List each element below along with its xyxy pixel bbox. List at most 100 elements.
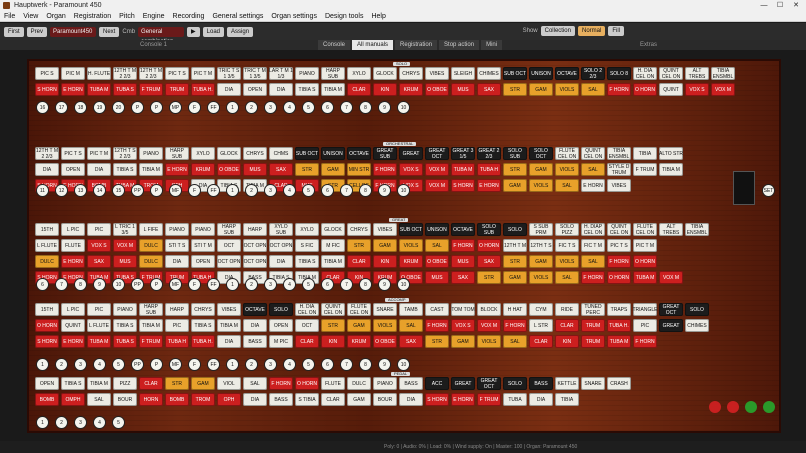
combination-piston[interactable]: PP xyxy=(132,279,143,290)
stop-tab[interactable]: QUINT CEL ON xyxy=(581,147,605,160)
combination-piston[interactable]: 9 xyxy=(379,185,390,196)
stop-tab[interactable]: 12TH T S 2 2/3 xyxy=(113,147,137,160)
stop-tab[interactable]: FLUTE CEL ON xyxy=(633,223,657,236)
stop-tab[interactable]: GREAT OCT xyxy=(659,303,683,316)
stop-tab[interactable]: H. FLUTE xyxy=(87,67,111,80)
combination-piston[interactable]: 12 xyxy=(56,185,67,196)
stop-tab[interactable]: TIBIA M xyxy=(659,163,683,176)
combination-piston[interactable]: 10 xyxy=(398,185,409,196)
stop-tab[interactable]: VOX M xyxy=(477,319,501,332)
stop-tab[interactable]: UNISON xyxy=(425,223,449,236)
stop-tab[interactable]: GAM xyxy=(503,271,527,284)
stop-tab[interactable]: S HORN xyxy=(425,393,449,406)
stop-tab[interactable]: S HORN xyxy=(35,83,59,96)
stop-tab[interactable]: H HAT xyxy=(503,303,527,316)
stop-tab[interactable]: PIZZ xyxy=(113,377,137,390)
stop-tab[interactable]: OPH xyxy=(217,393,241,406)
stop-tab[interactable]: TAMB xyxy=(399,303,423,316)
stop-tab[interactable]: TRUM xyxy=(165,83,189,96)
combination-piston[interactable]: 1 xyxy=(227,102,238,113)
combination-piston[interactable]: 10 xyxy=(113,279,124,290)
combination-piston[interactable]: 4 xyxy=(284,185,295,196)
stop-tab[interactable]: F HORN xyxy=(425,319,449,332)
stop-tab[interactable]: SAL xyxy=(555,271,579,284)
stop-tab[interactable]: OCT OPN xyxy=(243,239,267,252)
combination-piston[interactable]: 4 xyxy=(94,359,105,370)
combination-piston[interactable]: MF xyxy=(170,359,181,370)
stop-tab[interactable]: PIC M xyxy=(61,67,85,80)
stop-tab[interactable]: SAL xyxy=(399,319,423,332)
stop-tab[interactable]: L PIC xyxy=(61,223,85,236)
stop-tab[interactable]: DIA xyxy=(87,163,111,176)
combination-piston[interactable]: 4 xyxy=(284,279,295,290)
stop-tab[interactable]: GLOCK xyxy=(217,147,241,160)
stop-tab[interactable]: VIOLS xyxy=(373,319,397,332)
tab-stop-action[interactable]: Stop action xyxy=(439,40,480,50)
stop-tab[interactable]: F HORN xyxy=(581,271,605,284)
combination-piston[interactable]: 8 xyxy=(75,279,86,290)
stop-tab[interactable]: PIANO xyxy=(191,223,215,236)
stop-tab[interactable]: SAL xyxy=(503,335,527,348)
combination-piston[interactable]: 5 xyxy=(303,279,314,290)
stop-tab[interactable]: TIBIA S xyxy=(113,319,137,332)
organ-field[interactable]: Paramount450 xyxy=(50,26,97,37)
stop-tab[interactable]: GLOCK xyxy=(321,223,345,236)
stop-tab[interactable]: S HORN xyxy=(451,179,475,192)
combination-piston[interactable]: 3 xyxy=(265,185,276,196)
stop-tab[interactable]: CYM xyxy=(529,303,553,316)
stop-tab[interactable]: GREAT 3 1/5 xyxy=(451,147,475,160)
stop-tab[interactable]: SAL xyxy=(87,393,111,406)
stop-tab[interactable]: STR xyxy=(503,83,527,96)
stop-tab[interactable]: FIC T S xyxy=(555,239,579,252)
stop-tab[interactable]: VOX M xyxy=(711,83,735,96)
stop-tab[interactable]: PIANO xyxy=(113,303,137,316)
combination-piston[interactable]: 7 xyxy=(341,102,352,113)
combination-piston[interactable]: 7 xyxy=(56,279,67,290)
stop-tab[interactable]: SAX xyxy=(399,335,423,348)
stop-tab[interactable]: 12TH T M xyxy=(503,239,527,252)
stop-tab[interactable]: VIBES xyxy=(217,303,241,316)
combination-piston[interactable]: 8 xyxy=(360,102,371,113)
menu-item-pitch[interactable]: Pitch xyxy=(118,11,136,21)
stop-tab[interactable]: H. DIAP CEL ON xyxy=(581,223,605,236)
combination-piston[interactable]: 5 xyxy=(303,102,314,113)
stop-tab[interactable]: OMPH xyxy=(61,393,85,406)
stop-tab[interactable]: 12TH T S xyxy=(529,239,553,252)
stop-tab[interactable]: HARP xyxy=(243,223,267,236)
stop-tab[interactable]: VIBES xyxy=(607,179,631,192)
stop-tab[interactable]: OCTAVE xyxy=(451,223,475,236)
stop-tab[interactable]: DULC xyxy=(139,239,163,252)
combination-piston[interactable]: 3 xyxy=(265,102,276,113)
stop-tab[interactable]: OPEN xyxy=(191,255,215,268)
stop-tab[interactable]: GREAT xyxy=(451,377,475,390)
stop-tab[interactable]: FLUTE CEL ON xyxy=(555,147,579,160)
stop-tab[interactable]: VOX M xyxy=(113,239,137,252)
stop-tab[interactable]: SAX xyxy=(87,255,111,268)
stop-tab[interactable]: CLAR xyxy=(295,335,319,348)
stop-tab[interactable]: BOMB xyxy=(165,393,189,406)
stop-tab[interactable]: GREAT xyxy=(399,147,423,160)
combination-piston[interactable]: 4 xyxy=(284,359,295,370)
stop-tab[interactable]: GAM xyxy=(373,239,397,252)
stop-tab[interactable]: O OBOE xyxy=(425,83,449,96)
tab-registration[interactable]: Registration xyxy=(395,40,438,50)
combination-piston[interactable]: FF xyxy=(208,102,219,113)
stop-tab[interactable]: VOX M xyxy=(425,163,449,176)
stop-tab[interactable]: TIBIA S xyxy=(295,83,319,96)
stop-tab[interactable]: PIC xyxy=(165,319,189,332)
stop-tab[interactable]: GAM xyxy=(529,255,553,268)
stop-tab[interactable]: O HORN xyxy=(633,83,657,96)
stop-tab[interactable]: HARP SUB xyxy=(165,147,189,160)
stop-tab[interactable]: TUBA H xyxy=(165,335,189,348)
stop-tab[interactable]: STR xyxy=(503,255,527,268)
stop-tab[interactable]: BOMB xyxy=(35,393,59,406)
stop-tab[interactable]: SOLO 2 2/3 xyxy=(581,67,605,80)
stop-tab[interactable]: PIANO xyxy=(165,223,189,236)
stop-tab[interactable]: QUINT xyxy=(61,319,85,332)
stop-tab[interactable]: MIN STR xyxy=(347,163,371,176)
menu-item-view[interactable]: View xyxy=(22,11,39,21)
stop-tab[interactable]: GREAT SUB xyxy=(373,147,397,160)
stop-tab[interactable]: TIBIA M xyxy=(139,163,163,176)
stop-tab[interactable]: SOLO PIZZ xyxy=(555,223,579,236)
close-button[interactable]: ✕ xyxy=(788,0,804,11)
